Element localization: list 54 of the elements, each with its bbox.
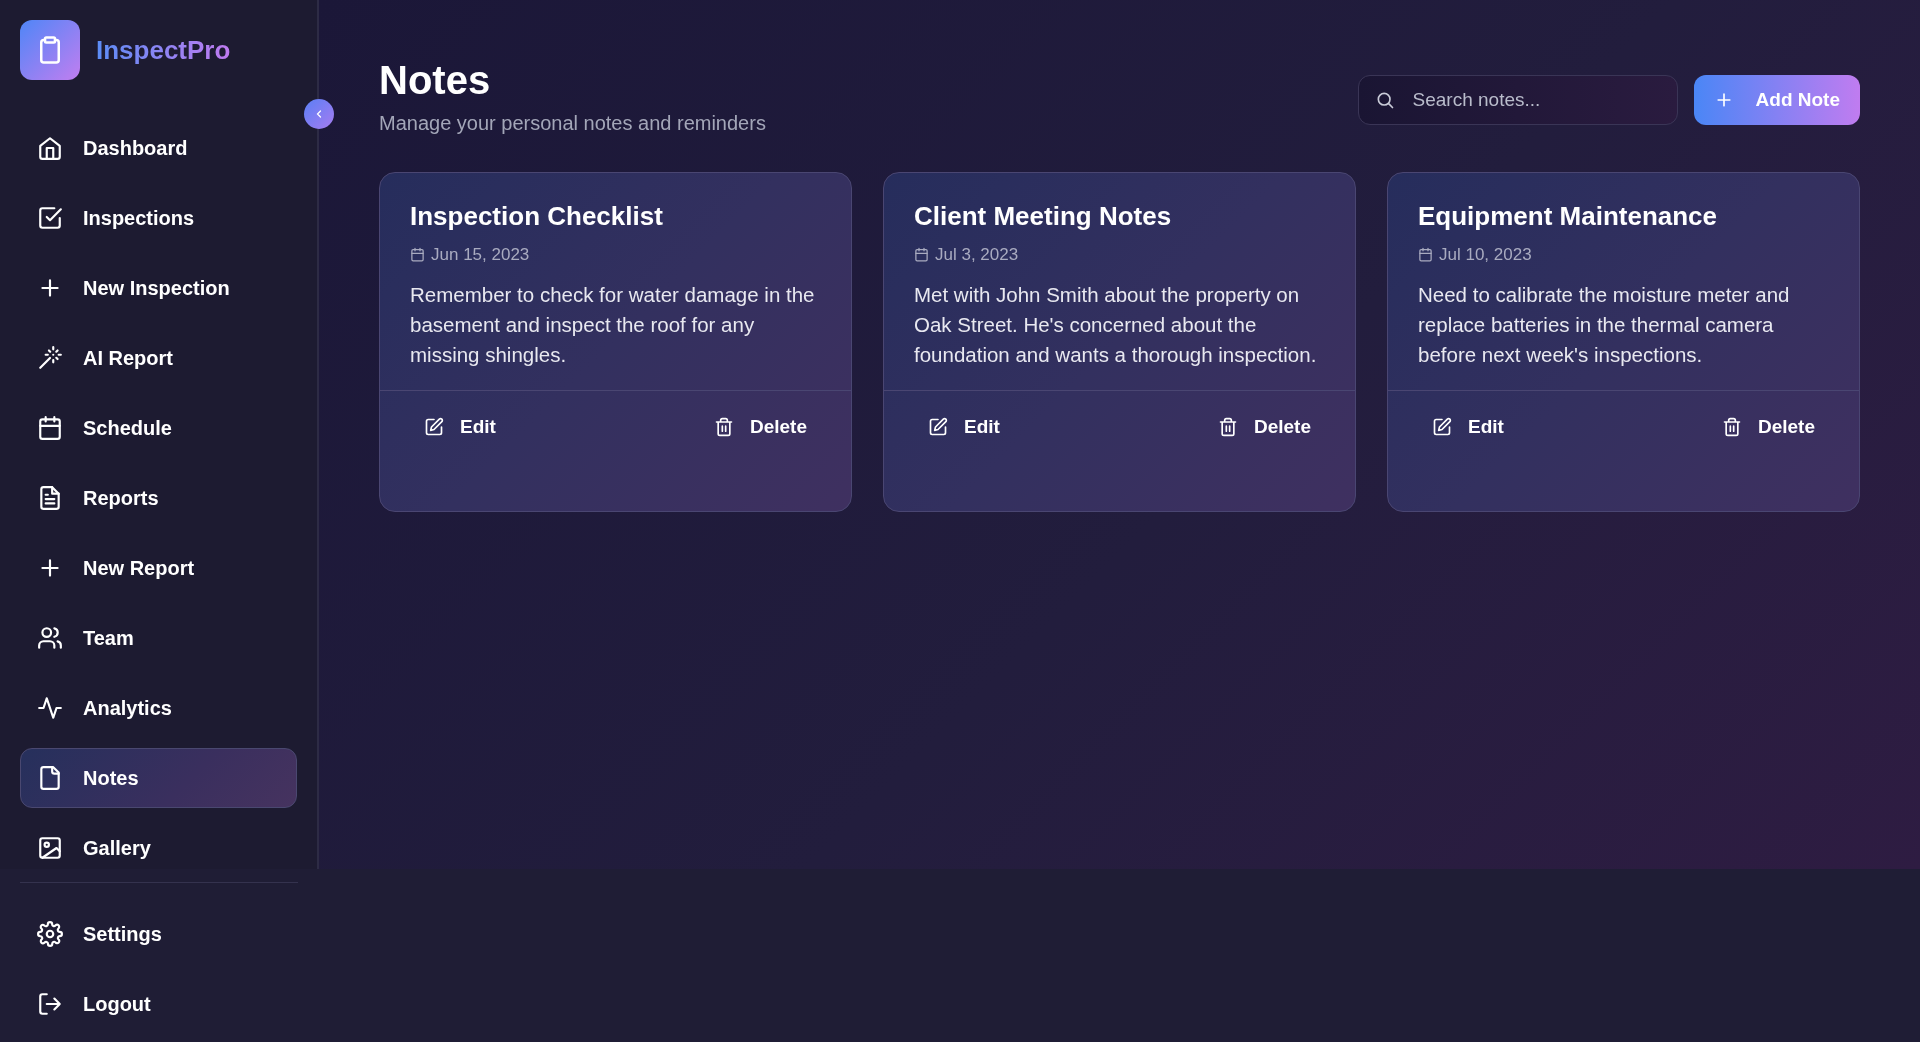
logout-icon — [37, 991, 63, 1017]
edit-icon — [424, 416, 444, 437]
sidebar-item[interactable]: AI Report — [20, 328, 297, 388]
note-title: Inspection Checklist — [410, 201, 664, 233]
delete-button[interactable]: Delete — [699, 406, 821, 448]
edit-button[interactable]: Edit — [410, 406, 510, 448]
note-title: Equipment Maintenance — [1418, 201, 1719, 233]
sidebar-item[interactable]: Schedule — [20, 398, 297, 458]
pulse-icon — [37, 695, 63, 721]
search-input[interactable]: Search notes... — [1410, 84, 1661, 116]
sidebar-item[interactable]: Team — [20, 608, 297, 668]
sidebar-item[interactable]: New Report — [20, 538, 297, 598]
sidebar-item[interactable]: Gallery — [20, 818, 297, 878]
note-text: Remember to check for water damage in the basement and inspect the roof for any missing shingles. — [410, 281, 816, 368]
edit-icon — [928, 416, 948, 437]
note-date: Jul 10, 2023 — [1439, 244, 1532, 267]
sidebar-item[interactable]: New Inspection — [20, 258, 297, 318]
trash-icon — [1217, 416, 1238, 437]
sidebar-item[interactable]: Settings — [20, 904, 298, 964]
image-icon — [37, 835, 63, 861]
sidebar-item[interactable]: Inspections — [20, 188, 297, 248]
clipboard-logo-icon — [20, 20, 80, 80]
trash-icon — [1721, 416, 1742, 437]
note-text: Met with John Smith about the property on Oak Street. He's concerned about the foundation and wants a thorough inspection. — [914, 281, 1318, 368]
calendar-icon — [410, 247, 425, 263]
edit-button[interactable]: Edit — [1418, 406, 1518, 448]
users-icon — [37, 625, 63, 651]
settings-icon — [37, 921, 63, 947]
sidebar-item[interactable]: Notes — [20, 748, 297, 808]
edit-icon — [1432, 416, 1452, 437]
calendar-icon — [1418, 247, 1433, 263]
page-title: Notes — [379, 58, 492, 102]
note-date: Jul 3, 2023 — [935, 244, 1019, 267]
checkbox-icon — [37, 205, 63, 231]
home-icon — [37, 135, 63, 161]
note-icon — [37, 765, 63, 791]
note-text: Need to calibrate the moisture meter and replace batteries in the thermal camera before next week's inspections. — [1418, 281, 1791, 368]
sidebar-item[interactable]: Dashboard — [20, 118, 297, 178]
delete-button[interactable]: Delete — [1707, 406, 1829, 448]
calendar-icon — [914, 247, 929, 263]
collapse-button[interactable] — [304, 99, 334, 129]
document-icon — [37, 485, 63, 511]
delete-button[interactable]: Delete — [1203, 406, 1325, 448]
note-title: Client Meeting Notes — [914, 201, 1173, 233]
magic-wand-icon — [37, 345, 63, 371]
note-date: Jun 15, 2023 — [431, 244, 530, 267]
sidebar-item[interactable]: Reports — [20, 468, 297, 528]
page-subtitle: Manage your personal notes and reminders — [379, 111, 766, 136]
edit-button[interactable]: Edit — [914, 406, 1014, 448]
calendar-icon — [37, 415, 63, 441]
trash-icon — [713, 416, 734, 437]
sidebar-item[interactable]: Logout — [20, 974, 298, 1034]
search-field[interactable]: Search notes... — [1357, 75, 1678, 125]
sidebar-item[interactable]: Analytics — [20, 678, 297, 738]
